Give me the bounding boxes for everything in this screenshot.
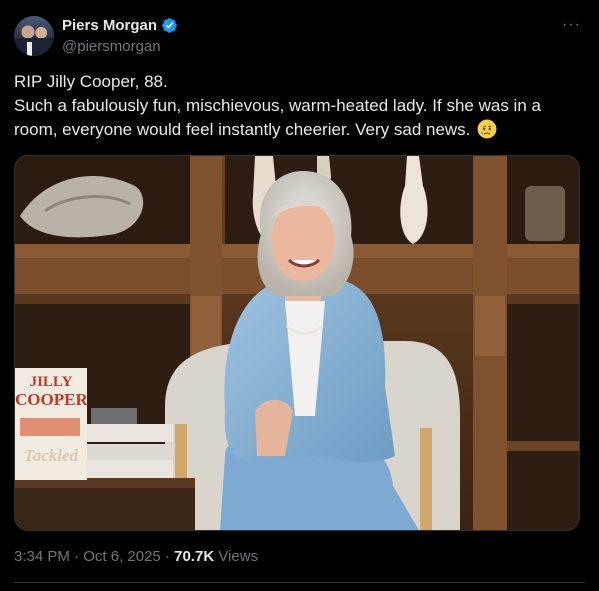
- verified-badge-icon: [162, 18, 177, 33]
- tweet-date[interactable]: Oct 6, 2025: [83, 548, 161, 565]
- avatar[interactable]: [14, 16, 54, 56]
- views-count[interactable]: 70.7K: [174, 548, 214, 565]
- crying-face-emoji-icon: [477, 119, 497, 139]
- author-handle[interactable]: @piersmorgan: [62, 38, 161, 55]
- meta-separator: ·: [164, 548, 170, 565]
- divider: [14, 582, 585, 583]
- author-display-name[interactable]: Piers Morgan: [62, 17, 157, 34]
- tweet-line: Such a fabulously fun, mischievous, warm…: [14, 96, 541, 115]
- tweet-time[interactable]: 3:34 PM: [14, 548, 70, 565]
- tweet-meta: 3:34 PM · Oct 6, 2025 · 70.7K Views: [14, 548, 258, 565]
- tweet-line-text: room, everyone would feel instantly chee…: [14, 120, 471, 139]
- photo-image: [15, 156, 579, 530]
- author-name-row[interactable]: Piers Morgan: [62, 17, 178, 34]
- tweet-line: RIP Jilly Cooper, 88.: [14, 72, 168, 91]
- meta-separator: ·: [74, 548, 80, 565]
- book-cover-title-line2: COOPER: [15, 390, 88, 409]
- more-options-icon[interactable]: ···: [562, 16, 581, 34]
- tweet-photo[interactable]: JILLY COOPER Tackled: [14, 155, 580, 531]
- book-cover-title-line1: JILLY: [29, 374, 73, 390]
- tweet-text: RIP Jilly Cooper, 88. Such a fabulously …: [14, 70, 586, 142]
- book-cover-title: JILLY COOPER: [15, 374, 88, 409]
- tweet-line: room, everyone would feel instantly chee…: [14, 118, 586, 142]
- book-cover-subtitle: Tackled: [23, 446, 79, 465]
- views-label: Views: [218, 548, 259, 565]
